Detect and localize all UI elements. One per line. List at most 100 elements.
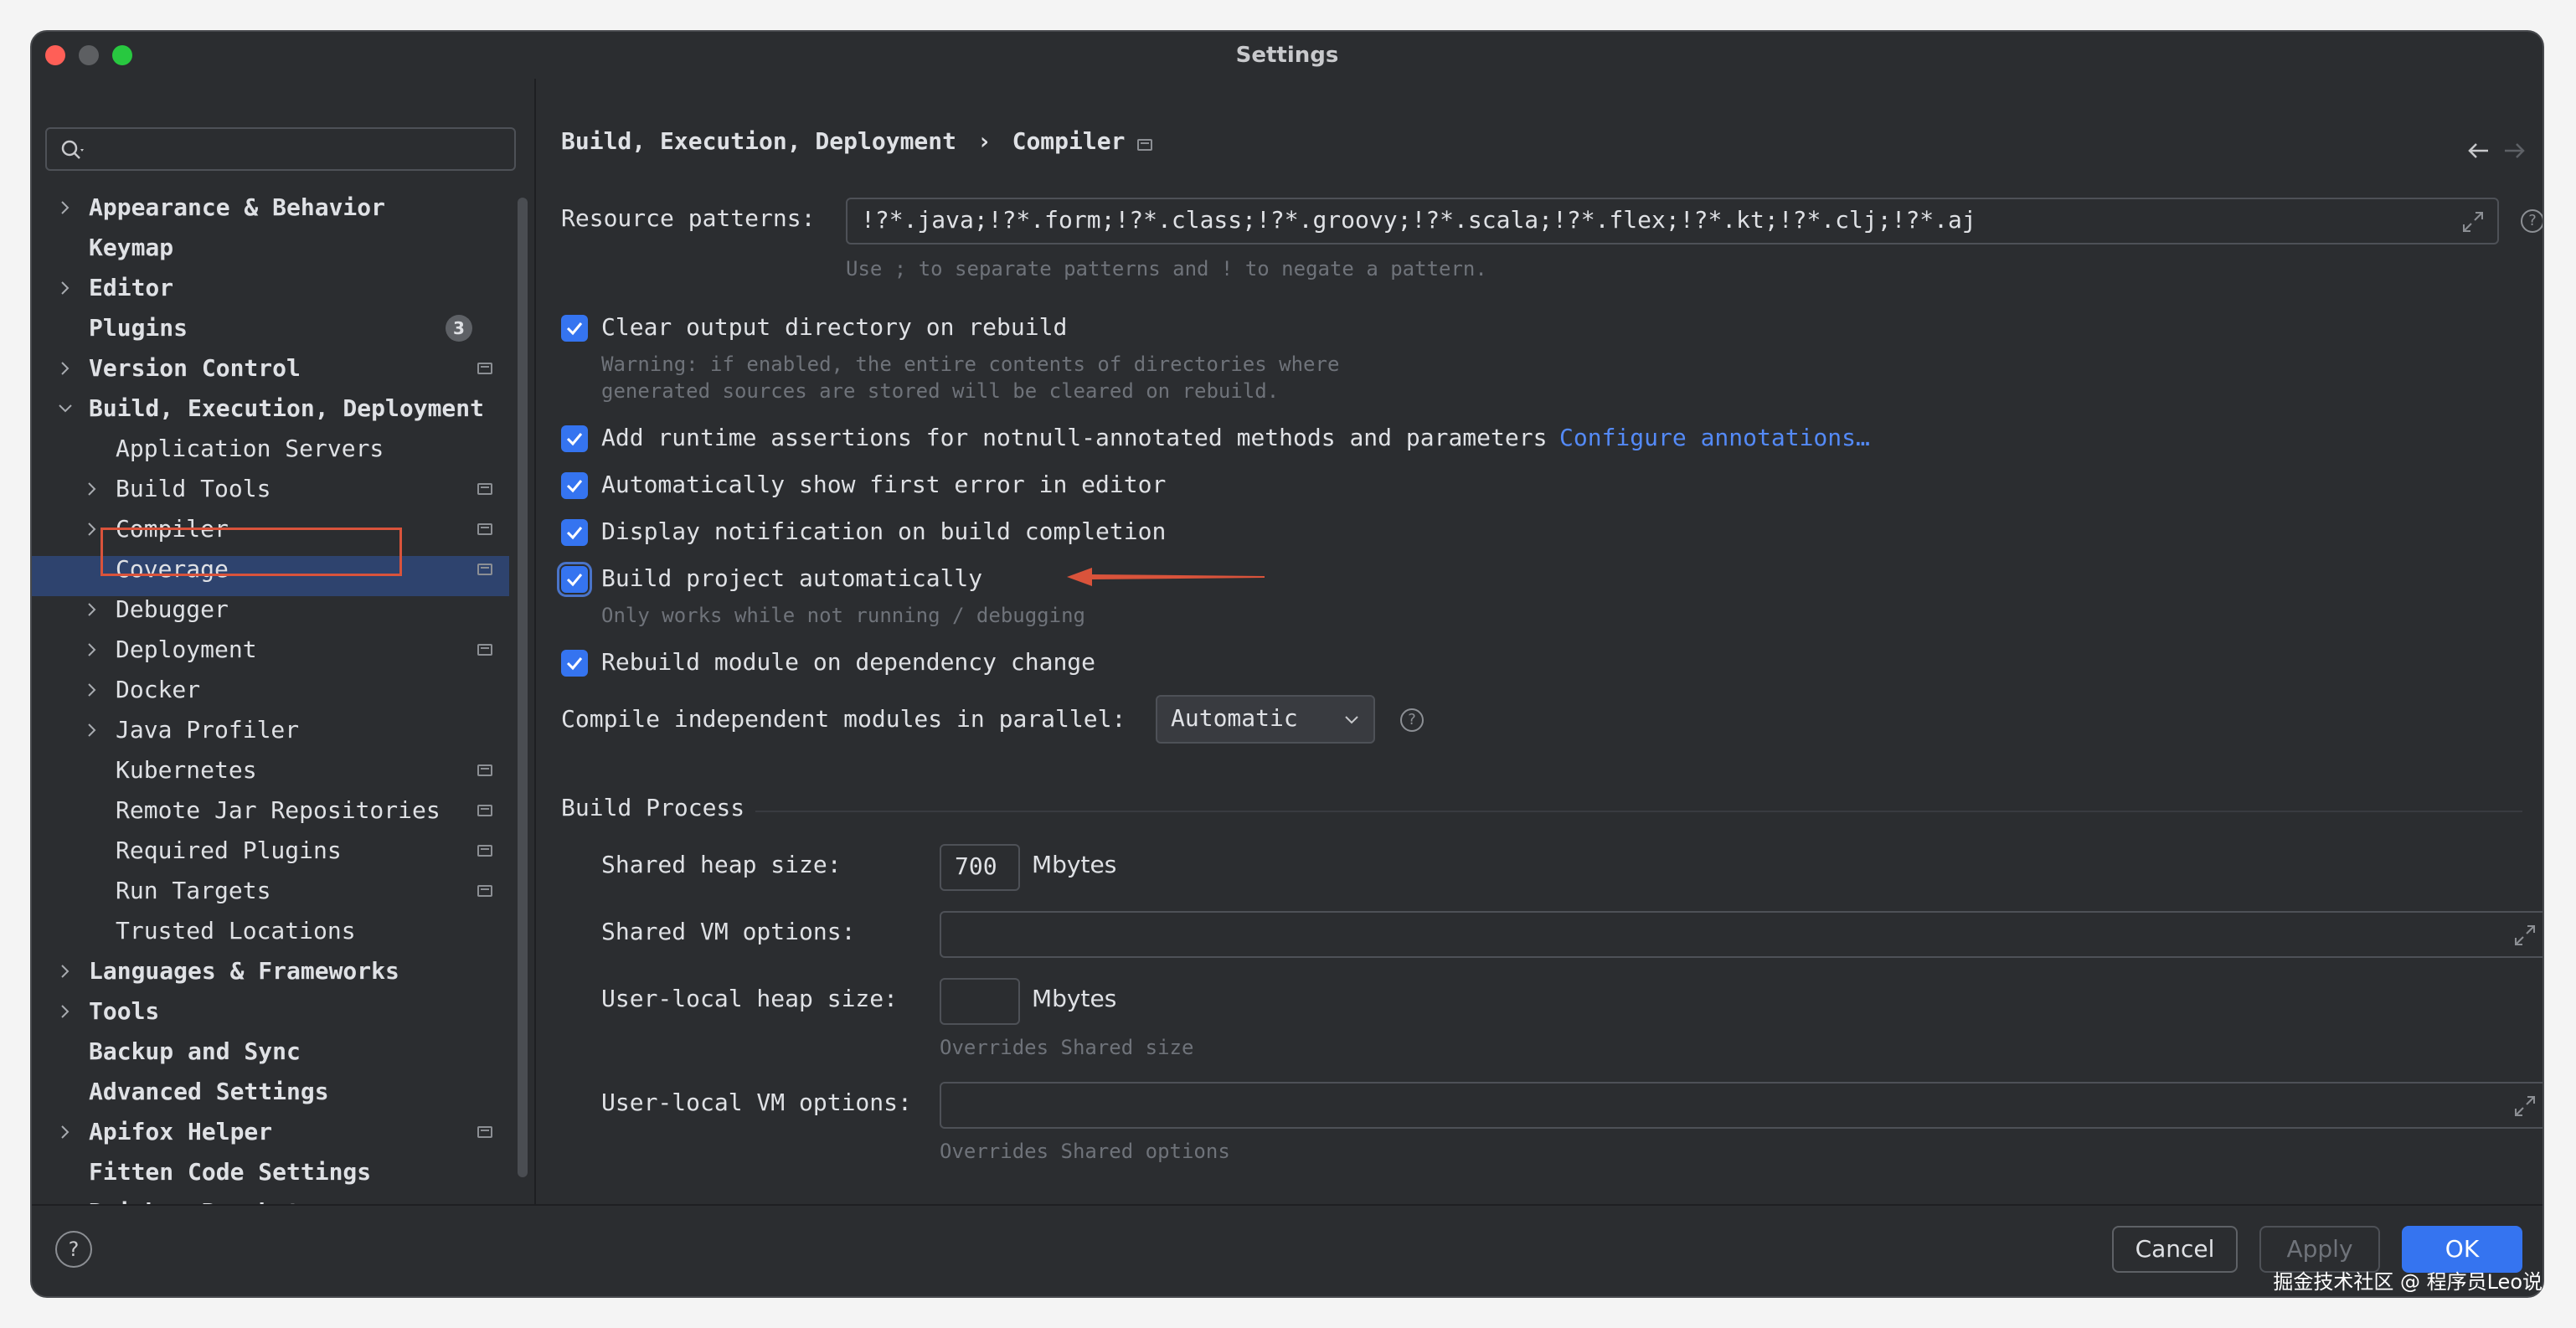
parallel-dropdown[interactable]: Automatic: [1156, 695, 1375, 744]
cancel-button[interactable]: Cancel: [2112, 1226, 2238, 1273]
chevron-right-icon[interactable]: [82, 680, 102, 700]
chevron-right-icon[interactable]: [55, 1001, 75, 1022]
project-scope-icon: [477, 1126, 492, 1138]
chevron-right-icon[interactable]: [82, 479, 102, 499]
sidebar-item-label: Deployment: [116, 636, 257, 663]
user-vm-input[interactable]: [940, 1082, 2543, 1129]
expand-icon[interactable]: [2512, 923, 2537, 948]
sidebar-item-run-targets[interactable]: Run Targets: [32, 871, 509, 911]
configure-annotations-link[interactable]: Configure annotations…: [1559, 424, 1870, 451]
sidebar-item-label: Tools: [89, 997, 160, 1025]
clear-output-label[interactable]: Clear output directory on rebuild: [601, 313, 1067, 341]
chevron-right-icon[interactable]: [55, 278, 75, 298]
runtime-assertions-label[interactable]: Add runtime assertions for notnull-annot…: [601, 424, 1547, 451]
chevron-right-icon[interactable]: [82, 600, 102, 620]
chevron-right-icon[interactable]: [82, 720, 102, 740]
clear-output-warning-1: Warning: if enabled, the entire contents…: [601, 353, 1340, 376]
sidebar-item-keymap[interactable]: Keymap: [32, 228, 509, 268]
search-input[interactable]: [45, 127, 516, 171]
show-first-error-checkbox[interactable]: [561, 472, 588, 499]
sidebar-item-label: Kubernetes: [116, 756, 257, 784]
sidebar-item-remote-jar-repositories[interactable]: Remote Jar Repositories: [32, 790, 509, 831]
parallel-label: Compile independent modules in parallel:: [561, 705, 1126, 733]
project-scope-icon: [477, 644, 492, 656]
sidebar-item-backup-and-sync[interactable]: Backup and Sync: [32, 1032, 509, 1072]
shared-vm-input[interactable]: [940, 911, 2543, 958]
sidebar-item-deployment[interactable]: Deployment: [32, 630, 509, 670]
sidebar-item-label: Languages & Frameworks: [89, 957, 399, 985]
sidebar-item-version-control[interactable]: Version Control: [32, 348, 509, 389]
sidebar-item-label: Build Tools: [116, 475, 271, 502]
show-first-error-label[interactable]: Automatically show first error in editor: [601, 471, 1166, 498]
sidebar-item-required-plugins[interactable]: Required Plugins: [32, 831, 509, 871]
expand-icon[interactable]: [2512, 1094, 2537, 1119]
sidebar-item-debugger[interactable]: Debugger: [32, 589, 509, 630]
sidebar-item-label: Remote Jar Repositories: [116, 796, 440, 824]
help-icon[interactable]: ?: [2521, 209, 2543, 233]
user-heap-label: User-local heap size:: [601, 985, 899, 1012]
close-window-button[interactable]: [45, 45, 65, 65]
project-scope-icon: [477, 523, 492, 535]
chevron-down-icon[interactable]: [55, 399, 75, 419]
project-scope-icon: [477, 483, 492, 495]
chevron-right-icon[interactable]: [82, 519, 102, 539]
sidebar-item-trusted-locations[interactable]: Trusted Locations: [32, 911, 509, 951]
user-vm-hint: Overrides Shared options: [940, 1140, 1230, 1163]
sidebar-item-build-tools[interactable]: Build Tools: [32, 469, 509, 509]
sidebar-item-appearance-behavior[interactable]: Appearance & Behavior: [32, 188, 509, 228]
sidebar-item-label: Run Targets: [116, 877, 271, 904]
annotation-arrow-icon: [1067, 568, 1265, 586]
clear-output-checkbox[interactable]: [561, 315, 588, 342]
sidebar-item-application-servers[interactable]: Application Servers: [32, 429, 509, 469]
checkmark-icon: [566, 574, 583, 587]
minimize-window-button[interactable]: [79, 45, 99, 65]
rebuild-module-checkbox[interactable]: [561, 650, 588, 677]
sidebar-item-editor[interactable]: Editor: [32, 268, 509, 308]
build-automatically-label[interactable]: Build project automatically: [601, 564, 982, 592]
maximize-window-button[interactable]: [112, 45, 132, 65]
chevron-right-icon[interactable]: [55, 358, 75, 378]
sidebar-item-languages-frameworks[interactable]: Languages & Frameworks: [32, 951, 509, 991]
help-icon[interactable]: ?: [1400, 708, 1424, 732]
resource-patterns-label: Resource patterns:: [561, 204, 816, 232]
sidebar-item-build-execution-deployment[interactable]: Build, Execution, Deployment: [32, 389, 509, 429]
chevron-right-icon[interactable]: [55, 961, 75, 981]
sidebar-item-label: Version Control: [89, 354, 301, 382]
sidebar-item-label: Advanced Settings: [89, 1078, 329, 1105]
forward-arrow-icon[interactable]: [2502, 141, 2526, 161]
chevron-right-icon[interactable]: [55, 1122, 75, 1142]
expand-icon[interactable]: [2460, 209, 2486, 234]
breadcrumb-parent[interactable]: Build, Execution, Deployment: [561, 127, 956, 155]
sidebar-item-rainbow-brackets[interactable]: Rainbow Brackets: [32, 1192, 509, 1204]
display-notification-checkbox[interactable]: [561, 519, 588, 546]
sidebar-item-docker[interactable]: Docker: [32, 670, 509, 710]
chevron-right-icon[interactable]: [55, 198, 75, 218]
dialog-footer: ? Cancel Apply OK: [32, 1204, 2543, 1296]
back-arrow-icon[interactable]: [2467, 141, 2491, 161]
sidebar-item-fitten-code-settings[interactable]: Fitten Code Settings: [32, 1152, 509, 1192]
user-heap-unit: Mbytes: [1032, 985, 1117, 1012]
sidebar-item-plugins[interactable]: Plugins 3: [32, 308, 509, 348]
rebuild-module-label[interactable]: Rebuild module on dependency change: [601, 648, 1095, 676]
shared-heap-input[interactable]: 700: [940, 844, 1020, 891]
sidebar-item-apifox-helper[interactable]: Apifox Helper: [32, 1112, 509, 1152]
sidebar-item-label: Plugins: [89, 314, 188, 342]
runtime-assertions-checkbox[interactable]: [561, 425, 588, 452]
sidebar-item-label: Apifox Helper: [89, 1118, 273, 1145]
breadcrumb-separator: ›: [976, 127, 992, 155]
sidebar-scrollbar[interactable]: [518, 198, 528, 1177]
sidebar-item-tools[interactable]: Tools: [32, 991, 509, 1032]
breadcrumb: Build, Execution, Deployment › Compiler: [561, 127, 1125, 155]
resource-patterns-input[interactable]: !?*.java;!?*.form;!?*.class;!?*.groovy;!…: [846, 198, 2499, 244]
build-automatically-checkbox[interactable]: [557, 562, 592, 597]
compiler-settings-panel: Build, Execution, Deployment › Compiler …: [536, 79, 2543, 1204]
user-heap-input[interactable]: [940, 978, 1020, 1025]
settings-window: Settings Appearance & Behavior Keymap Edit…: [30, 30, 2544, 1298]
help-button[interactable]: ?: [55, 1231, 92, 1268]
sidebar-item-kubernetes[interactable]: Kubernetes: [32, 750, 509, 790]
sidebar-item-java-profiler[interactable]: Java Profiler: [32, 710, 509, 750]
project-scope-icon: [477, 764, 492, 776]
chevron-right-icon[interactable]: [82, 640, 102, 660]
sidebar-item-advanced-settings[interactable]: Advanced Settings: [32, 1072, 509, 1112]
display-notification-label[interactable]: Display notification on build completion: [601, 517, 1166, 545]
